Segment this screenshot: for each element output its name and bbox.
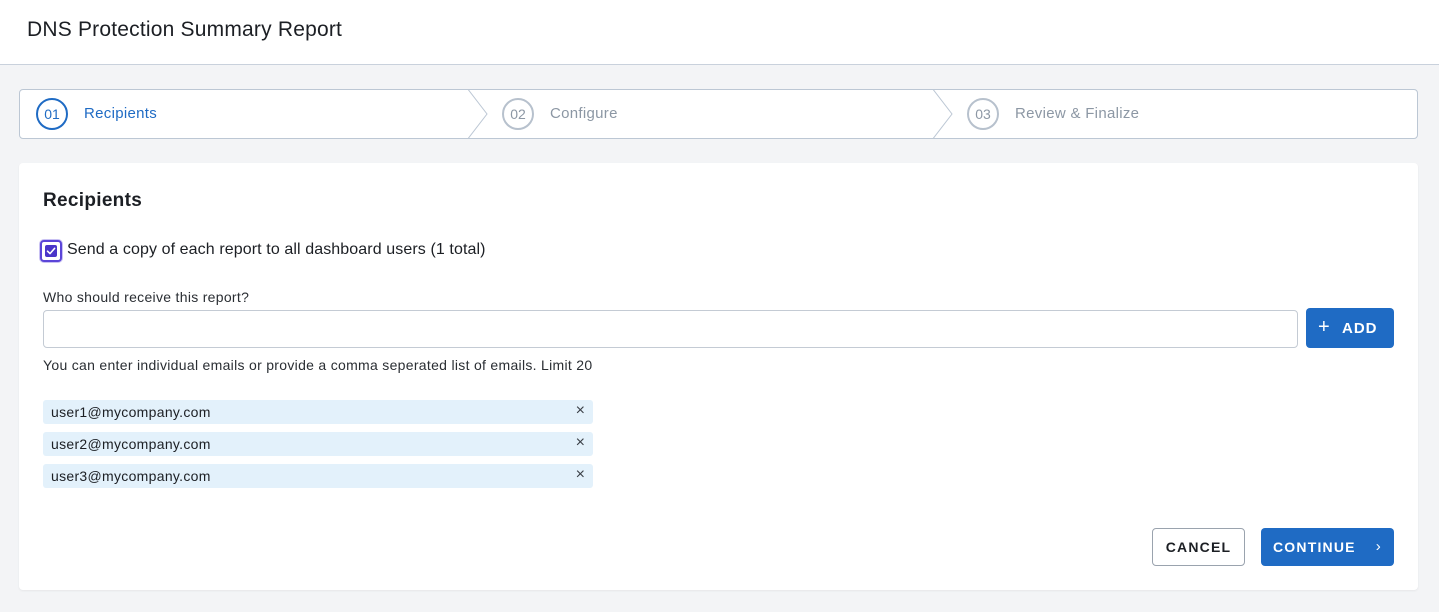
remove-recipient-icon[interactable]: × <box>576 403 585 419</box>
add-button-label: ADD <box>1342 320 1378 337</box>
remove-recipient-icon[interactable]: × <box>576 435 585 451</box>
chevron-right-icon: › <box>1375 538 1382 555</box>
recipient-field-label: Who should receive this report? <box>43 289 250 305</box>
recipient-email: user1@mycompany.com <box>51 404 211 420</box>
recipient-help-text: You can enter individual emails or provi… <box>43 357 593 373</box>
plus-icon: + <box>1318 316 1331 338</box>
section-title: Recipients <box>43 190 143 211</box>
step-configure[interactable]: 02 Configure <box>486 90 936 138</box>
continue-button[interactable]: CONTINUE › <box>1261 528 1394 566</box>
step-review-finalize[interactable]: 03 Review & Finalize <box>951 90 1401 138</box>
recipient-email: user3@mycompany.com <box>51 468 211 484</box>
recipient-email-input[interactable] <box>43 310 1298 348</box>
recipient-chip: user2@mycompany.com × <box>43 432 593 456</box>
copy-all-users-label: Send a copy of each report to all dashbo… <box>67 241 486 258</box>
wizard-stepper: 01 Recipients 02 Configure 03 Review & F… <box>19 89 1418 139</box>
step-number: 03 <box>967 98 999 130</box>
step-number: 01 <box>36 98 68 130</box>
checkmark-icon <box>45 245 57 257</box>
continue-button-label: CONTINUE <box>1273 539 1356 555</box>
step-number: 02 <box>502 98 534 130</box>
step-label: Review & Finalize <box>1015 105 1140 122</box>
add-recipient-button[interactable]: + ADD <box>1306 308 1394 348</box>
recipient-chip: user1@mycompany.com × <box>43 400 593 424</box>
step-label: Recipients <box>84 105 158 122</box>
recipient-email: user2@mycompany.com <box>51 436 211 452</box>
copy-all-users-checkbox[interactable] <box>40 240 62 262</box>
step-recipients[interactable]: 01 Recipients <box>20 90 470 138</box>
step-label: Configure <box>550 105 618 122</box>
recipients-card: Recipients Send a copy of each report to… <box>19 163 1418 590</box>
cancel-button[interactable]: CANCEL <box>1152 528 1245 566</box>
page-header: DNS Protection Summary Report <box>0 0 1439 65</box>
remove-recipient-icon[interactable]: × <box>576 467 585 483</box>
page-title: DNS Protection Summary Report <box>27 18 343 41</box>
recipient-chip: user3@mycompany.com × <box>43 464 593 488</box>
